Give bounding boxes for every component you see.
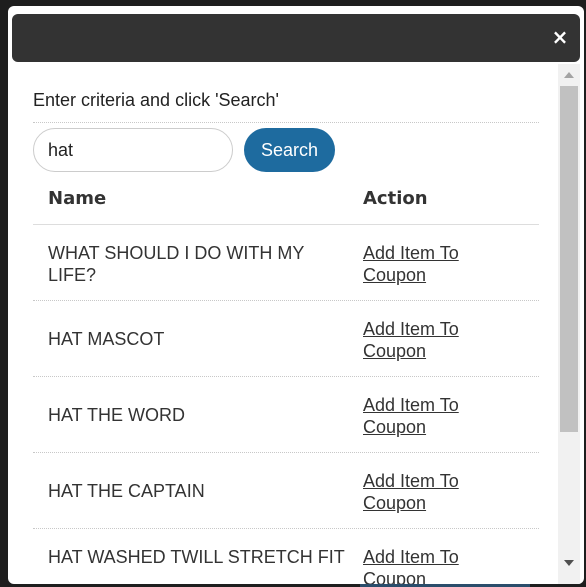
- search-input[interactable]: [33, 128, 233, 172]
- scrollbar-thumb[interactable]: [560, 86, 578, 432]
- results-table: Name Action WHAT SHOULD I DO WITH MY LIF…: [33, 176, 539, 584]
- table-header: Name Action: [33, 176, 539, 225]
- vertical-scrollbar[interactable]: [558, 64, 580, 584]
- table-row: HAT THE CAPTAIN Add Item To Coupon: [33, 453, 539, 529]
- add-item-to-coupon-link[interactable]: Add Item To Coupon: [363, 242, 493, 286]
- dialog-titlebar: ×: [12, 14, 580, 62]
- scroll-up-arrow-icon[interactable]: [558, 64, 580, 86]
- table-row: HAT WASHED TWILL STRETCH FIT Add Item To…: [33, 529, 539, 584]
- table-row: WHAT SHOULD I DO WITH MY LIFE? Add Item …: [33, 225, 539, 301]
- column-header-action: Action: [363, 188, 428, 209]
- divider: [33, 122, 539, 123]
- add-item-to-coupon-link[interactable]: Add Item To Coupon: [363, 394, 493, 438]
- add-item-to-coupon-link[interactable]: Add Item To Coupon: [363, 318, 493, 362]
- search-dialog: × Enter criteria and click 'Search' Sear…: [8, 6, 584, 584]
- add-item-to-coupon-link[interactable]: Add Item To Coupon: [363, 470, 493, 514]
- column-header-name: Name: [48, 188, 107, 209]
- table-row: HAT MASCOT Add Item To Coupon: [33, 301, 539, 377]
- item-name: HAT THE CAPTAIN: [48, 481, 205, 501]
- item-name: HAT WASHED TWILL STRETCH FIT: [48, 547, 345, 567]
- scroll-down-arrow-icon[interactable]: [558, 552, 580, 574]
- search-instructions: Enter criteria and click 'Search': [33, 90, 279, 110]
- item-name: HAT THE WORD: [48, 405, 186, 425]
- item-name: HAT MASCOT: [48, 329, 165, 349]
- close-icon[interactable]: ×: [550, 27, 570, 47]
- add-item-to-coupon-link[interactable]: Add Item To Coupon: [363, 546, 493, 584]
- table-row: HAT THE WORD Add Item To Coupon: [33, 377, 539, 453]
- search-button[interactable]: Search: [244, 128, 335, 172]
- dialog-content: Enter criteria and click 'Search' Search…: [8, 64, 558, 584]
- item-name: WHAT SHOULD I DO WITH MY LIFE?: [48, 243, 305, 285]
